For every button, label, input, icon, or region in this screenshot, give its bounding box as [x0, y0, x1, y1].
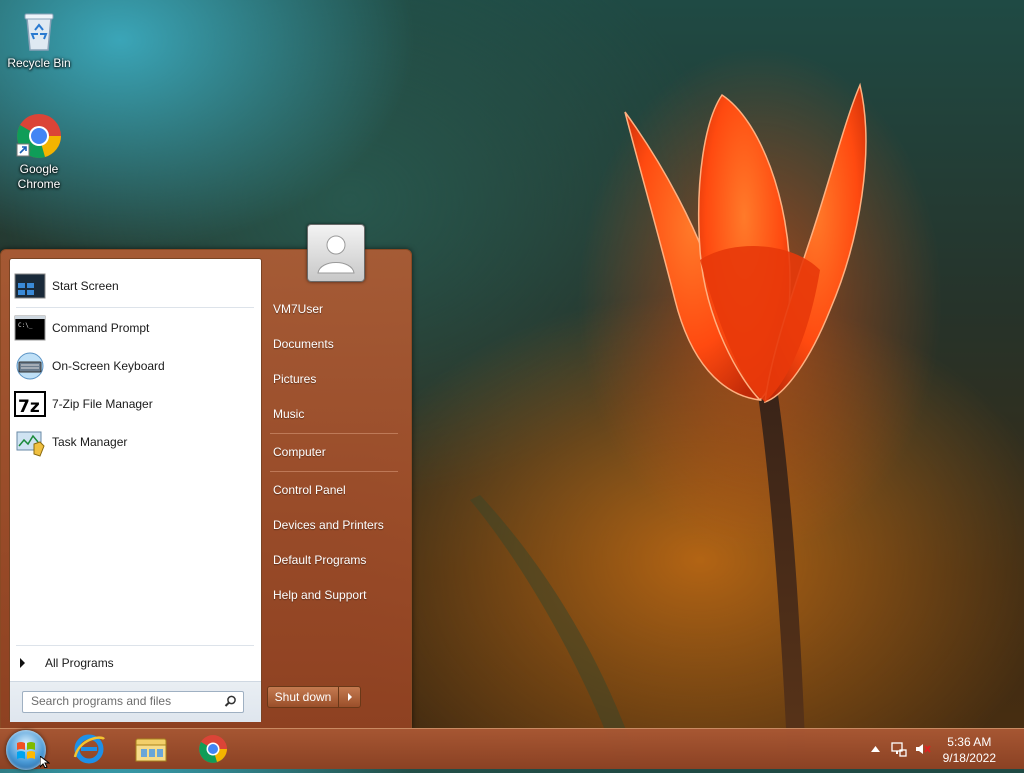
start-screen-icon	[14, 270, 46, 302]
svg-text:7z: 7z	[18, 397, 40, 417]
desktop-icon-label: Recycle Bin	[7, 56, 71, 70]
start-menu: Start Screen C:\_ Command Prompt On-Scre…	[0, 249, 412, 729]
program-label: On-Screen Keyboard	[52, 359, 165, 373]
program-label: Start Screen	[52, 279, 119, 293]
clock-date: 9/18/2022	[942, 751, 996, 765]
recycle-bin-icon	[15, 6, 63, 54]
program-task-manager[interactable]: Task Manager	[10, 424, 261, 460]
right-item-default-programs[interactable]: Default Programs	[273, 553, 366, 567]
right-item-computer[interactable]: Computer	[273, 445, 326, 459]
user-icon	[317, 235, 355, 274]
taskbar-clock[interactable]: 5:36 AM 9/18/2022	[943, 734, 996, 766]
chevron-right-icon	[347, 693, 352, 701]
program-label: Task Manager	[52, 435, 128, 449]
clock-time: 5:36 AM	[947, 735, 992, 749]
separator	[270, 433, 398, 434]
program-label: Command Prompt	[52, 321, 150, 335]
volume-muted-icon[interactable]	[912, 741, 934, 757]
command-prompt-icon: C:\_	[14, 312, 46, 344]
separator	[16, 307, 254, 308]
right-item-pictures[interactable]: Pictures	[273, 372, 316, 386]
right-item-help-support[interactable]: Help and Support	[273, 588, 366, 602]
right-item-music[interactable]: Music	[273, 407, 304, 421]
search-box	[22, 691, 244, 713]
shutdown-options-button[interactable]	[339, 687, 360, 707]
svg-text:C:\_: C:\_	[18, 322, 33, 329]
windows-explorer-icon	[135, 738, 167, 762]
desktop-icon-google-chrome[interactable]: Google Chrome	[1, 112, 77, 192]
right-item-devices-printers[interactable]: Devices and Printers	[273, 518, 384, 532]
search-input[interactable]	[23, 692, 216, 710]
program-command-prompt[interactable]: C:\_ Command Prompt	[10, 310, 261, 346]
taskbar-internet-explorer[interactable]	[71, 733, 107, 765]
shutdown-button[interactable]: Shut down	[268, 687, 339, 707]
internet-explorer-icon	[73, 734, 105, 764]
taskbar-windows-explorer[interactable]	[133, 733, 169, 765]
program-on-screen-keyboard[interactable]: On-Screen Keyboard	[10, 348, 261, 384]
mouse-cursor-icon	[40, 756, 50, 768]
shutdown-button-group: Shut down	[267, 686, 361, 708]
search-area	[10, 681, 261, 722]
triangle-right-icon	[20, 658, 25, 668]
task-manager-icon	[14, 426, 46, 458]
start-menu-programs-pane: Start Screen C:\_ Command Prompt On-Scre…	[9, 258, 262, 722]
program-7zip[interactable]: 7z 7-Zip File Manager	[10, 386, 261, 422]
right-item-control-panel[interactable]: Control Panel	[273, 483, 346, 497]
program-label: 7-Zip File Manager	[52, 397, 153, 411]
taskbar-google-chrome[interactable]	[195, 733, 231, 765]
desktop-icon-label-line2: Chrome	[17, 177, 61, 191]
show-hidden-icons-arrow[interactable]	[868, 746, 882, 752]
system-tray	[868, 729, 934, 769]
google-chrome-icon	[15, 112, 63, 160]
all-programs-button[interactable]: All Programs	[10, 651, 261, 675]
user-avatar[interactable]	[307, 224, 365, 282]
search-icon[interactable]	[224, 695, 237, 711]
network-icon[interactable]	[888, 741, 910, 757]
google-chrome-icon	[199, 735, 227, 763]
7zip-icon: 7z	[14, 388, 46, 420]
taskbar: 5:36 AM 9/18/2022	[0, 728, 1024, 770]
right-item-documents[interactable]: Documents	[273, 337, 334, 351]
keyboard-icon	[14, 350, 46, 382]
chevron-up-icon	[870, 746, 880, 752]
desktop-icon-label-line1: Google	[19, 162, 59, 176]
right-item-user[interactable]: VM7User	[273, 302, 323, 316]
desktop-icon-recycle-bin[interactable]: Recycle Bin	[1, 6, 77, 71]
all-programs-label: All Programs	[45, 656, 114, 670]
program-start-screen[interactable]: Start Screen	[10, 268, 261, 304]
separator	[270, 471, 398, 472]
separator	[16, 645, 254, 646]
